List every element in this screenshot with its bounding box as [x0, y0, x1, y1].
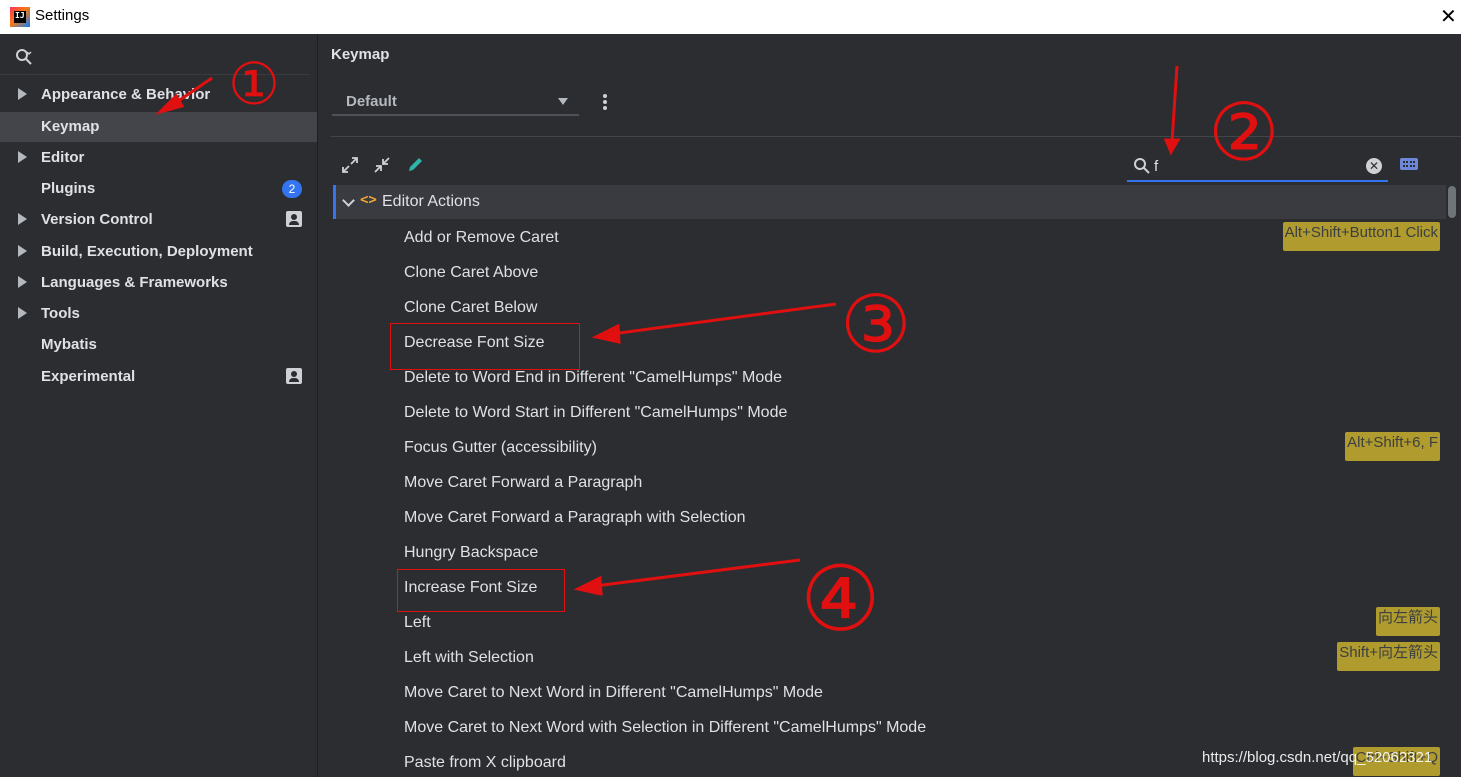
- code-brackets-icon: <>: [360, 192, 377, 208]
- separator: [331, 136, 1461, 137]
- window-title: Settings: [35, 7, 90, 24]
- close-button[interactable]: ✕: [1440, 4, 1457, 28]
- intellij-logo-icon: IJ: [10, 7, 30, 27]
- sidebar-item-appearance-behavior[interactable]: Appearance & Behavior: [0, 80, 317, 110]
- sidebar-item-plugins[interactable]: Plugins 2: [0, 174, 317, 204]
- vertical-scrollbar[interactable]: [1448, 186, 1456, 218]
- sidebar-item-label: Tools: [41, 305, 80, 322]
- action-label: Delete to Word End in Different "CamelHu…: [404, 369, 783, 386]
- sidebar-item-build-execution-deployment[interactable]: Build, Execution, Deployment: [0, 237, 317, 267]
- search-icon: [1134, 158, 1150, 174]
- watermark-text: https://blog.csdn.net/qq_52062321: [1202, 749, 1433, 766]
- action-label: Left: [404, 614, 431, 631]
- action-row[interactable]: Left with Selection Shift+向左箭头: [333, 640, 1446, 675]
- page-title: Keymap: [331, 46, 390, 63]
- action-row[interactable]: Move Caret Forward a Paragraph: [333, 465, 1446, 500]
- keymap-scheme-value: Default: [346, 93, 397, 110]
- action-label: Delete to Word Start in Different "Camel…: [404, 404, 788, 421]
- action-label: Clone Caret Above: [404, 264, 539, 281]
- chevron-right-icon[interactable]: [18, 245, 27, 257]
- sidebar-item-experimental[interactable]: Experimental: [0, 362, 317, 392]
- sidebar-item-label: Languages & Frameworks: [41, 274, 228, 291]
- sidebar-item-label: Build, Execution, Deployment: [41, 243, 253, 260]
- group-label: Editor Actions: [382, 193, 480, 210]
- highlight-box-increase: [397, 569, 565, 612]
- sidebar-item-editor[interactable]: Editor: [0, 143, 317, 173]
- sidebar-search-input[interactable]: [0, 36, 310, 75]
- action-label: Move Caret to Next Word with Selection i…: [404, 719, 927, 736]
- sidebar-item-label: Version Control: [41, 211, 153, 228]
- shortcut-badge: Shift+向左箭头: [1337, 642, 1440, 671]
- sidebar-item-mybatis[interactable]: Mybatis: [0, 330, 317, 360]
- update-count-badge: 2: [282, 180, 302, 198]
- tree-group-editor-actions[interactable]: <> Editor Actions: [333, 185, 1446, 219]
- sidebar-item-tools[interactable]: Tools: [0, 299, 317, 329]
- action-label: Move Caret Forward a Paragraph: [404, 474, 643, 491]
- search-icon: [16, 49, 32, 65]
- sidebar-item-label: Experimental: [41, 368, 136, 385]
- collapse-all-icon[interactable]: [373, 156, 391, 174]
- more-options-icon[interactable]: [600, 94, 610, 114]
- keymap-actions-tree: <> Editor Actions Add or Remove Caret Alt…: [333, 185, 1446, 777]
- profile-icon: [286, 211, 302, 227]
- action-label: Add or Remove Caret: [404, 229, 559, 246]
- title-bar: IJ Settings ✕: [0, 0, 1461, 34]
- chevron-right-icon[interactable]: [18, 307, 27, 319]
- action-row[interactable]: Focus Gutter (accessibility) Alt+Shift+6,…: [333, 430, 1446, 465]
- sidebar-item-languages-frameworks[interactable]: Languages & Frameworks: [0, 268, 317, 298]
- shortcut-badge: Alt+Shift+Button1 Click: [1282, 222, 1440, 251]
- sidebar-item-label: Appearance & Behavior: [41, 86, 211, 103]
- sidebar-item-label: Editor: [41, 149, 85, 166]
- keymap-search-input[interactable]: [1154, 155, 1354, 177]
- sidebar-item-keymap[interactable]: Keymap: [0, 112, 317, 142]
- chevron-right-icon[interactable]: [18, 213, 27, 225]
- action-label: Left with Selection: [404, 649, 534, 666]
- shortcut-badge: Alt+Shift+6, F: [1345, 432, 1440, 461]
- expand-all-icon[interactable]: [341, 156, 359, 174]
- keymap-search-field[interactable]: ✕: [1127, 152, 1388, 182]
- sidebar-item-label: Plugins: [41, 180, 96, 197]
- highlight-box-decrease: [390, 323, 580, 370]
- action-label: Move Caret to Next Word in Different "Ca…: [404, 684, 823, 701]
- profile-icon: [286, 368, 302, 384]
- action-label: Paste from X clipboard: [404, 754, 566, 771]
- action-row[interactable]: Hungry Backspace: [333, 535, 1446, 570]
- action-row[interactable]: Move Caret to Next Word in Different "Ca…: [333, 675, 1446, 710]
- shortcut-badge: 向左箭头: [1375, 607, 1440, 636]
- chevron-right-icon[interactable]: [18, 151, 27, 163]
- sidebar-item-version-control[interactable]: Version Control: [0, 205, 317, 235]
- action-row[interactable]: Clone Caret Above: [333, 255, 1446, 290]
- edit-icon[interactable]: [406, 156, 424, 174]
- chevron-down-icon: [342, 194, 355, 207]
- chevron-right-icon[interactable]: [18, 276, 27, 288]
- sidebar-item-label: Mybatis: [41, 336, 97, 353]
- chevron-right-icon[interactable]: [18, 88, 27, 100]
- action-label: Move Caret Forward a Paragraph with Sele…: [404, 509, 746, 526]
- chevron-down-icon: [558, 98, 568, 105]
- action-label: Hungry Backspace: [404, 544, 539, 561]
- sidebar-item-label: Keymap: [41, 118, 100, 135]
- action-row[interactable]: Add or Remove Caret Alt+Shift+Button1 Cli…: [333, 220, 1446, 255]
- clear-search-icon[interactable]: ✕: [1366, 158, 1382, 174]
- action-row[interactable]: Delete to Word Start in Different "Camel…: [333, 395, 1446, 430]
- keyboard-shortcut-filter-icon[interactable]: [1400, 158, 1418, 170]
- action-row[interactable]: Move Caret Forward a Paragraph with Sele…: [333, 500, 1446, 535]
- action-row[interactable]: Clone Caret Below: [333, 290, 1446, 325]
- keymap-scheme-dropdown[interactable]: Default: [332, 88, 579, 116]
- action-label: Focus Gutter (accessibility): [404, 439, 597, 456]
- action-row[interactable]: Move Caret to Next Word with Selection i…: [333, 710, 1446, 745]
- action-label: Clone Caret Below: [404, 299, 538, 316]
